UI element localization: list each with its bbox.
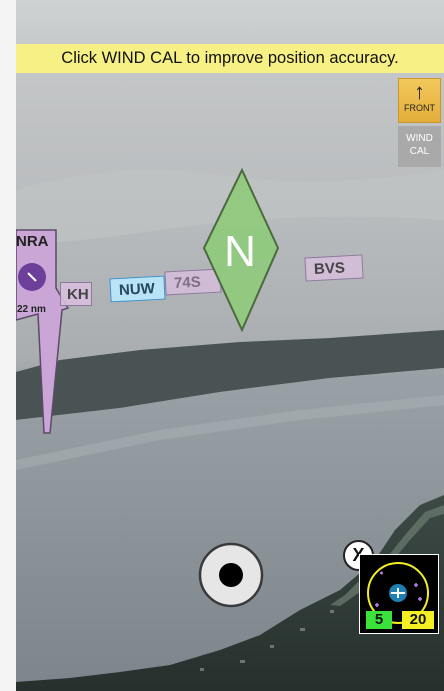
traffic-minimap[interactable]: 5 20 [359,554,439,634]
airspace-label: NRA [16,233,49,250]
camera-view: Click WIND CAL to improve position accur… [0,0,444,691]
up-arrow-icon: ↑ [414,79,425,104]
front-button[interactable]: ↑ FRONT [398,78,441,123]
airspace-flag-marker[interactable] [16,228,74,438]
left-edge-bar [0,0,16,691]
waypoint-kh[interactable]: KH [60,282,92,306]
north-compass-marker: N [202,168,280,332]
wind-cal-button[interactable]: WIND CAL [398,126,441,167]
center-target-button[interactable] [198,542,264,608]
waypoint-nuw[interactable]: NUW [109,275,166,303]
minimap-right-value: 20 [402,611,434,629]
waypoint-bvs[interactable]: BVS [304,254,364,282]
airspace-distance: 22 nm [17,304,46,315]
wind-cal-hint-banner[interactable]: Click WIND CAL to improve position accur… [16,44,444,73]
north-label: N [224,227,256,276]
front-label: FRONT [404,103,435,113]
minimap-left-value: 5 [366,611,392,629]
